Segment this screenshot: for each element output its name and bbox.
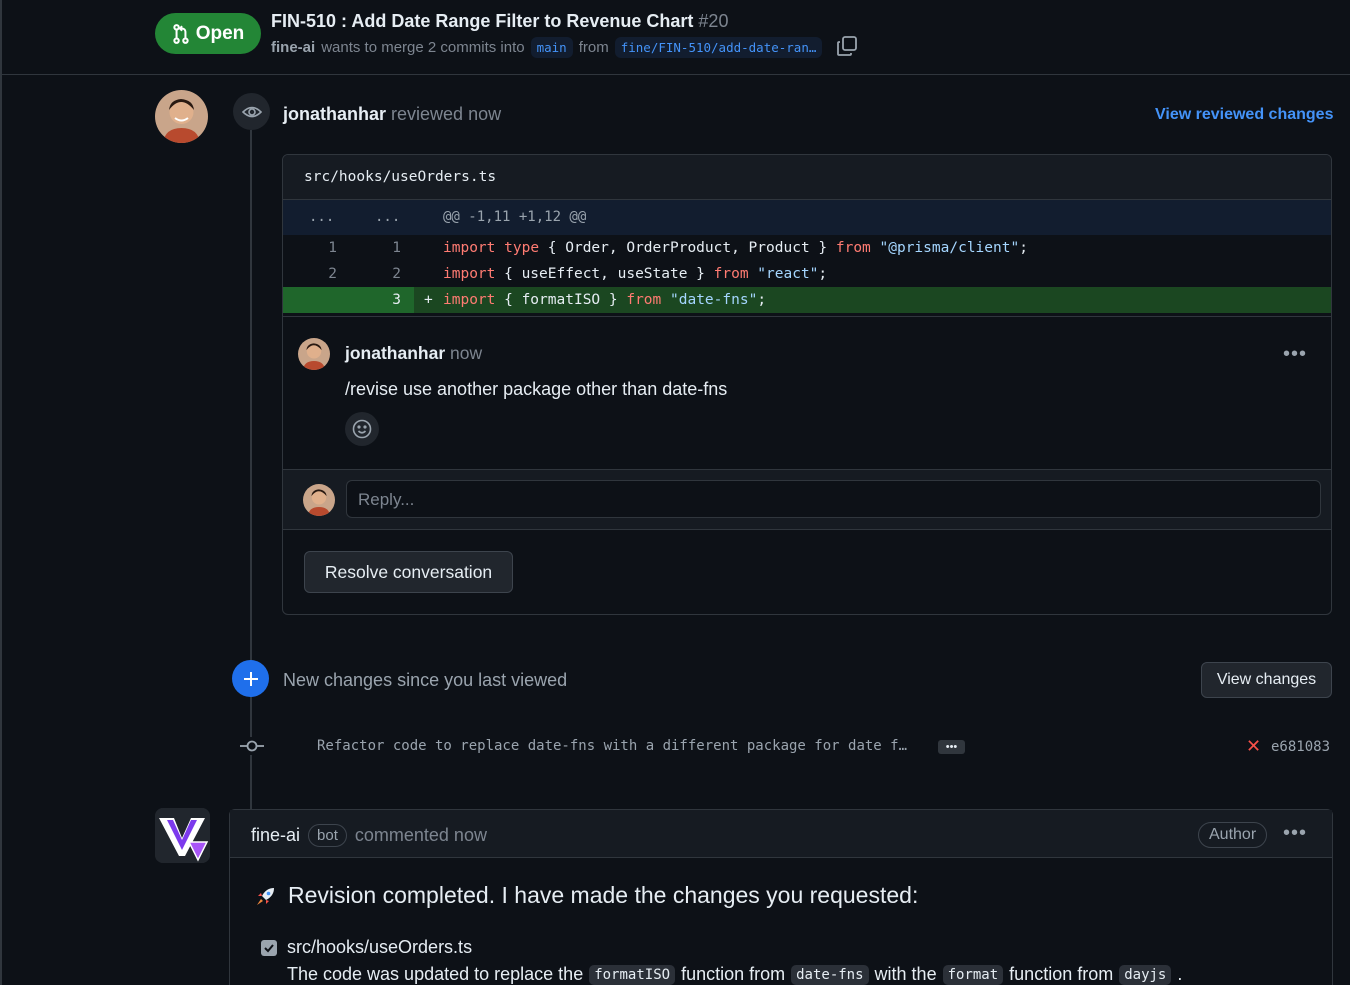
- desc-text: function from: [681, 964, 786, 984]
- reviewer-name[interactable]: jonathanhar: [283, 104, 386, 124]
- bot-comment-meta: fine-ai bot commented now: [251, 824, 487, 847]
- eye-icon: [241, 106, 262, 117]
- pr-number: #20: [698, 11, 729, 31]
- diff-line: 2 2 import { useEffect, useState } from …: [283, 261, 1331, 287]
- hunk-header: @@ -1,11 +1,12 @@: [443, 209, 587, 225]
- comment-time[interactable]: now: [450, 343, 482, 363]
- smiley-icon: [352, 419, 372, 439]
- inline-code: formatISO: [589, 964, 676, 985]
- bot-comment-time[interactable]: commented now: [355, 825, 487, 846]
- code-text: import { formatISO } from "date-fns";: [443, 292, 767, 308]
- from-text: from: [578, 39, 609, 56]
- revision-title-text: Revision completed. I have made the chan…: [288, 882, 919, 908]
- reviewer-avatar[interactable]: [155, 90, 208, 143]
- added-sign: +: [424, 292, 433, 308]
- pr-title-text: FIN-510 : Add Date Range Filter to Reven…: [271, 11, 694, 31]
- view-reviewed-changes-link[interactable]: View reviewed changes: [1155, 106, 1333, 124]
- desc-text: function from: [1009, 964, 1114, 984]
- avatar-image: [155, 90, 208, 143]
- review-comment: jonathanhar now ••• /revise use another …: [283, 316, 1331, 469]
- new-line-number[interactable]: 1: [387, 240, 401, 256]
- desc-text: The code was updated to replace the: [287, 964, 584, 984]
- review-action: reviewed now: [391, 104, 502, 124]
- head-branch[interactable]: fine/FIN-510/add-date-ran…: [614, 37, 823, 58]
- desc-text: with the: [874, 964, 937, 984]
- add-reaction-button[interactable]: [345, 412, 379, 446]
- pr-status-label: Open: [195, 22, 245, 44]
- diff-line: 1 1 import type { Order, OrderProduct, P…: [283, 235, 1331, 261]
- bot-author-name[interactable]: fine-ai: [251, 825, 300, 846]
- reply-input[interactable]: Reply...: [346, 480, 1321, 518]
- bot-comment: fine-ai bot commented now Author ••• Rev…: [229, 809, 1333, 985]
- pull-request-icon: [173, 23, 189, 44]
- comment-header: jonathanhar now: [345, 343, 482, 364]
- expand-down-button[interactable]: ...: [375, 209, 400, 225]
- review-thread: src/hooks/useOrders.ts ... ... @@ -1,11 …: [282, 154, 1332, 615]
- inline-code: format: [942, 964, 1004, 985]
- bot-comment-more-button[interactable]: •••: [1283, 822, 1307, 845]
- desc-text: .: [1177, 964, 1183, 984]
- review-event: jonathanhar reviewed now: [283, 104, 501, 125]
- new-line-number[interactable]: 2: [387, 266, 401, 282]
- comment-more-button[interactable]: •••: [1283, 343, 1307, 366]
- avatar-image: [298, 338, 330, 370]
- revision-title: Revision completed. I have made the chan…: [254, 882, 918, 909]
- fine-ai-logo-icon: [155, 808, 210, 863]
- old-line-number[interactable]: 1: [323, 240, 337, 256]
- inline-code: date-fns: [791, 964, 869, 985]
- view-changes-button[interactable]: View changes: [1201, 662, 1332, 698]
- old-line-number[interactable]: 2: [323, 266, 337, 282]
- pr-status-badge: Open: [155, 13, 261, 54]
- base-branch[interactable]: main: [530, 37, 573, 58]
- merge-text: wants to merge 2 commits into: [321, 39, 525, 56]
- resolve-conversation-button[interactable]: Resolve conversation: [304, 551, 513, 593]
- pr-header: Open FIN-510 : Add Date Range Filter to …: [0, 0, 1350, 75]
- commit-expand-button[interactable]: •••: [938, 740, 965, 754]
- review-eye-badge: [233, 93, 270, 130]
- copy-icon[interactable]: [835, 34, 859, 58]
- comment-author-avatar[interactable]: [298, 338, 330, 370]
- file-path[interactable]: src/hooks/useOrders.ts: [283, 155, 1331, 200]
- pr-merge-info: fine-ai wants to merge 2 commits into ma…: [271, 37, 823, 58]
- change-description: The code was updated to replace the form…: [287, 964, 1182, 985]
- comment-author-name[interactable]: jonathanhar: [345, 343, 445, 363]
- x-icon[interactable]: ✕: [1246, 736, 1261, 757]
- timeline-line: [250, 130, 252, 810]
- bot-avatar[interactable]: [155, 808, 210, 863]
- bot-label: bot: [308, 824, 347, 847]
- task-checkbox[interactable]: [261, 940, 277, 956]
- comment-body: /revise use another package other than d…: [345, 379, 728, 399]
- reply-area: Reply...: [283, 469, 1331, 530]
- new-line-number[interactable]: 3: [387, 292, 401, 308]
- plus-icon: [243, 671, 258, 686]
- code-text: import type { Order, OrderProduct, Produ…: [443, 240, 1028, 256]
- author-badge: Author: [1198, 822, 1268, 848]
- commit-message[interactable]: Refactor code to replace date-fns with a…: [317, 738, 907, 754]
- reply-avatar: [303, 484, 335, 516]
- code-text: import { useEffect, useState } from "rea…: [443, 266, 828, 282]
- check-icon: [264, 944, 274, 953]
- avatar-image: [303, 484, 335, 516]
- diff-line-added: 3 + import { formatISO } from "date-fns"…: [283, 287, 1331, 313]
- expand-up-button[interactable]: ...: [309, 209, 334, 225]
- pr-author-link[interactable]: fine-ai: [271, 39, 315, 56]
- new-changes-label: New changes since you last viewed: [283, 670, 568, 690]
- rocket-icon: [257, 887, 274, 905]
- bot-comment-header: fine-ai bot commented now Author •••: [230, 810, 1332, 858]
- pr-title: FIN-510 : Add Date Range Filter to Reven…: [271, 11, 728, 32]
- inline-code: dayjs: [1119, 964, 1172, 985]
- hunk-header-row: ... ... @@ -1,11 +1,12 @@: [283, 200, 1331, 235]
- page-left-border: [0, 0, 2, 985]
- changed-file-title: src/hooks/useOrders.ts: [287, 937, 473, 957]
- commit-icon: [240, 737, 264, 755]
- new-changes-badge: [232, 660, 269, 697]
- commit-sha[interactable]: e681083: [1271, 739, 1330, 755]
